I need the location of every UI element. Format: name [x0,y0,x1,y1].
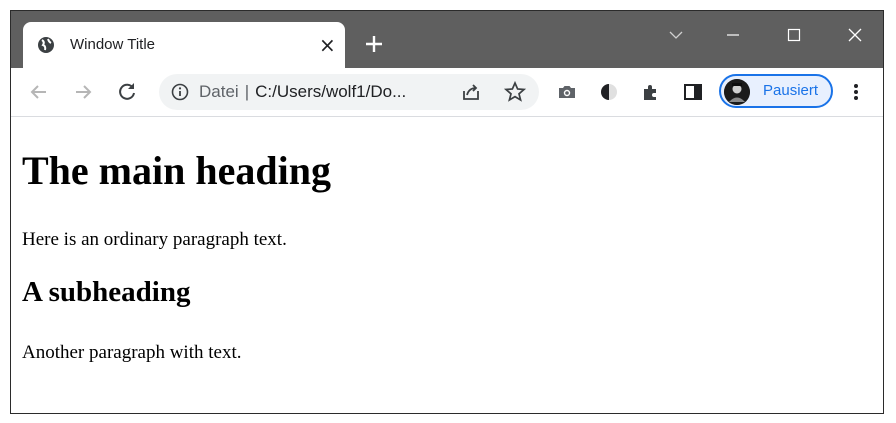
info-icon[interactable] [171,83,189,101]
address-text: Datei | C:/Users/wolf1/Do... [199,81,406,103]
puzzle-icon[interactable] [639,80,663,104]
address-bar[interactable]: Datei | C:/Users/wolf1/Do... [159,74,539,110]
maximize-icon[interactable] [779,23,809,47]
side-panel-icon[interactable] [681,80,705,104]
avatar [724,79,750,105]
address-scheme-label: Datei [199,82,239,101]
address-url: C:/Users/wolf1/Do... [255,82,407,101]
paragraph-2: Another paragraph with text. [22,342,242,363]
kebab-menu-icon[interactable] [849,80,863,104]
tab-search-chevron-icon[interactable] [661,23,691,47]
star-icon[interactable] [503,80,527,104]
paragraph-1: Here is an ordinary paragraph text. [22,229,287,250]
globe-icon [38,37,54,53]
share-icon[interactable] [459,80,483,104]
tab-title: Window Title [70,36,156,53]
close-window-icon[interactable] [840,23,870,47]
contrast-icon[interactable] [597,80,621,104]
profile-status-label: Pausiert [763,82,819,99]
page-heading: The main heading [22,148,331,193]
plus-icon[interactable] [363,33,385,55]
minimize-icon[interactable] [718,23,748,47]
tab-window-title[interactable]: Window Title × [23,22,345,68]
profile-button[interactable]: Pausiert [719,74,833,108]
tab-strip: Window Title × [11,11,883,68]
page-content: The main heading Here is an ordinary par… [11,117,883,413]
reload-icon[interactable] [115,80,139,104]
close-tab-button[interactable]: × [319,34,336,56]
address-separator: | [244,82,250,101]
arrow-left-icon[interactable] [27,80,51,104]
camera-icon[interactable] [555,80,579,104]
page-subheading: A subheading [22,276,191,308]
browser-window: Window Title × Datei | C:/Users/wolf1/Do… [10,10,884,414]
toolbar: Datei | C:/Users/wolf1/Do... Pausiert [11,68,883,117]
arrow-right-icon[interactable] [71,80,95,104]
